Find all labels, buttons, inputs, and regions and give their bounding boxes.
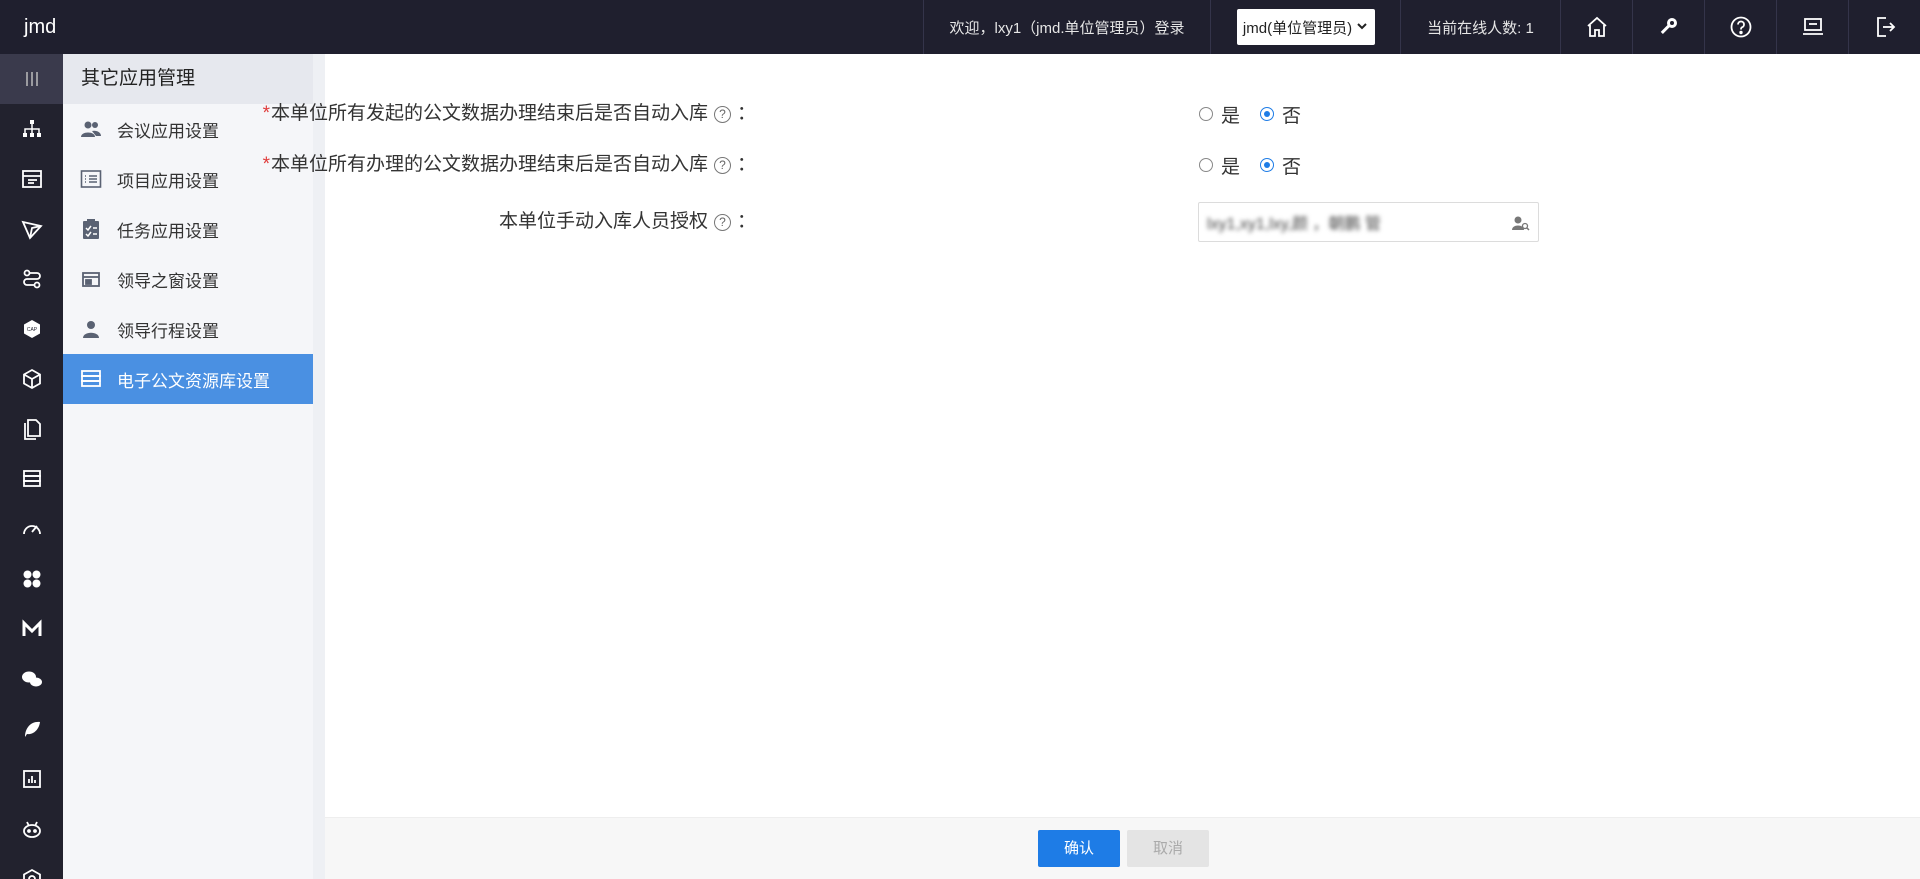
- chart-icon[interactable]: [0, 754, 63, 804]
- logout-icon[interactable]: [1848, 0, 1920, 54]
- submenu-item-doc-library[interactable]: 电子公文资源库设置: [63, 354, 313, 404]
- label-text: 本单位所有办理的公文数据办理结束后是否自动入库: [270, 154, 708, 175]
- confirm-button[interactable]: 确认: [1038, 830, 1120, 867]
- wechat-icon[interactable]: [0, 654, 63, 704]
- form-row-manual-archive-users: 本单位手动入库人员授权 ? ： lxy1,xy1,lxy,颜 ，朝鹏 管: [325, 202, 1920, 242]
- icon-rail: CAP: [0, 54, 63, 879]
- submenu-item-leader-schedule[interactable]: 领导行程设置: [63, 304, 313, 354]
- submenu-item-label: 任务应用设置: [117, 221, 219, 241]
- key-icon[interactable]: [1632, 0, 1704, 54]
- cancel-button[interactable]: 取消: [1127, 830, 1209, 867]
- menu-toggle-icon[interactable]: [0, 54, 63, 104]
- authorized-users-value: lxy1,xy1,lxy,颜 ，朝鹏 管: [1207, 216, 1381, 233]
- form-row-initiated-auto-archive: * 本单位所有发起的公文数据办理结束后是否自动入库 ? ： 是 否: [263, 94, 1920, 134]
- clipboard-icon: [79, 217, 103, 241]
- label-colon: ：: [736, 103, 756, 124]
- robot-icon[interactable]: [0, 804, 63, 854]
- app-brand[interactable]: jmd: [24, 0, 56, 54]
- radio-label: 否: [1282, 105, 1302, 127]
- radio-no[interactable]: 否: [1260, 152, 1301, 179]
- window-icon: [79, 267, 103, 291]
- send-icon[interactable]: [0, 204, 63, 254]
- role-select[interactable]: jmd(单位管理员): [1236, 9, 1375, 45]
- question-icon[interactable]: ?: [713, 156, 731, 174]
- form-label: * 本单位所有发起的公文数据办理结束后是否自动入库 ? ：: [263, 94, 756, 134]
- monitor-icon[interactable]: [1776, 0, 1848, 54]
- authorized-users-field[interactable]: lxy1,xy1,lxy,颜 ，朝鹏 管: [1198, 202, 1539, 242]
- m-icon[interactable]: [0, 604, 63, 654]
- person-icon: [79, 317, 103, 341]
- required-mark: *: [262, 103, 270, 124]
- radio-yes[interactable]: 是: [1199, 152, 1240, 179]
- submenu-item-label: 领导行程设置: [117, 321, 219, 341]
- role-select-value: jmd(单位管理员): [1242, 19, 1353, 37]
- cap-icon[interactable]: CAP: [0, 304, 63, 354]
- radio-no[interactable]: 否: [1260, 101, 1301, 128]
- list-icon: [79, 167, 103, 191]
- chevron-down-icon: [1356, 20, 1368, 35]
- main-content: * 本单位所有发起的公文数据办理结束后是否自动入库 ? ： 是 否 * 本单位所…: [263, 54, 1920, 879]
- required-mark: *: [262, 154, 270, 175]
- welcome-text: 欢迎，lxy1（jmd.单位管理员）登录: [923, 0, 1210, 54]
- flow-icon[interactable]: [0, 254, 63, 304]
- submenu-item-label: 会议应用设置: [117, 121, 219, 141]
- form-label: * 本单位所有办理的公文数据办理结束后是否自动入库 ? ：: [263, 145, 756, 185]
- meeting-icon: [79, 117, 103, 141]
- radio-label: 是: [1221, 156, 1241, 178]
- user-picker-icon[interactable]: [1510, 213, 1530, 233]
- form-label: 本单位手动入库人员授权 ? ：: [499, 202, 756, 242]
- stack-icon[interactable]: [0, 454, 63, 504]
- feather-icon[interactable]: [0, 704, 63, 754]
- svg-text:CAP: CAP: [26, 327, 37, 333]
- cube-icon[interactable]: [0, 354, 63, 404]
- radio-circle[interactable]: [1260, 107, 1275, 121]
- radio-label: 否: [1282, 156, 1302, 178]
- submenu-item-leader-window[interactable]: 领导之窗设置: [63, 254, 313, 304]
- org-chart-icon[interactable]: [0, 104, 63, 154]
- table-icon[interactable]: [0, 154, 63, 204]
- radio-circle[interactable]: [1199, 158, 1213, 172]
- submenu-item-label: 项目应用设置: [117, 171, 219, 191]
- help-icon[interactable]: [1704, 0, 1776, 54]
- submenu-item-task[interactable]: 任务应用设置: [63, 204, 313, 254]
- label-text: 本单位手动入库人员授权: [498, 211, 708, 232]
- role-area: jmd(单位管理员): [1210, 0, 1400, 54]
- speed-icon[interactable]: [0, 504, 63, 554]
- apps-icon[interactable]: [0, 554, 63, 604]
- submenu-item-label: 领导之窗设置: [117, 271, 219, 291]
- home-icon[interactable]: [1560, 0, 1632, 54]
- radio-group: 是 否: [1199, 145, 1321, 185]
- radio-group: 是 否: [1199, 94, 1321, 134]
- question-icon[interactable]: ?: [713, 213, 731, 231]
- radio-label: 是: [1221, 105, 1241, 127]
- question-icon[interactable]: ?: [713, 105, 731, 123]
- database-icon: [79, 367, 103, 391]
- online-count: 当前在线人数: 1: [1400, 0, 1560, 54]
- top-right-area: 欢迎，lxy1（jmd.单位管理员）登录 jmd(单位管理员) 当前在线人数: …: [923, 0, 1920, 54]
- radio-yes[interactable]: 是: [1199, 101, 1240, 128]
- form-row-handled-auto-archive: * 本单位所有办理的公文数据办理结束后是否自动入库 ? ： 是 否: [263, 145, 1920, 185]
- label-colon: ：: [736, 211, 756, 232]
- top-bar: jmd 欢迎，lxy1（jmd.单位管理员）登录 jmd(单位管理员) 当前在线…: [0, 0, 1920, 54]
- radio-circle[interactable]: [1260, 158, 1275, 172]
- radio-circle[interactable]: [1199, 107, 1213, 121]
- label-colon: ：: [736, 154, 756, 175]
- form-footer: 确认 取消: [325, 817, 1920, 879]
- document-icon[interactable]: [0, 404, 63, 454]
- label-text: 本单位所有发起的公文数据办理结束后是否自动入库: [270, 103, 708, 124]
- settings-hex-icon[interactable]: [0, 854, 63, 879]
- submenu-item-label: 电子公文资源库设置: [117, 371, 270, 391]
